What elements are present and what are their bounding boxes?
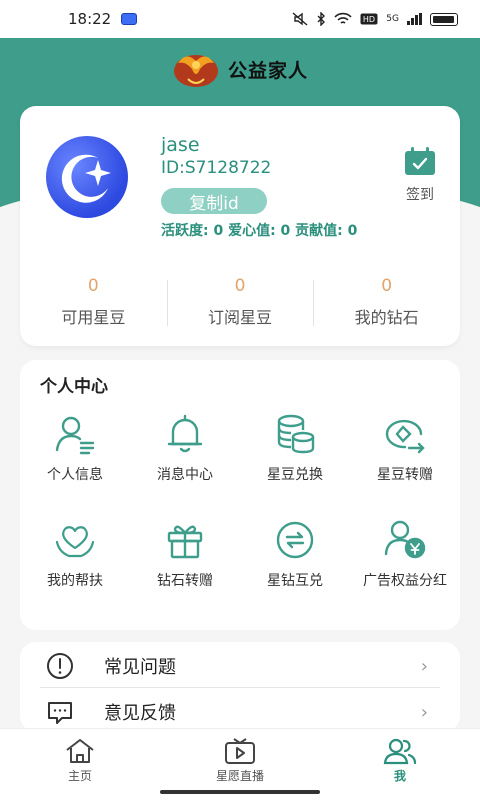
- profile-card: jase ID:S7128722 复制id 活跃度: 0 爱心值: 0 贡献值:…: [20, 106, 460, 346]
- coins-icon: [277, 414, 315, 454]
- menu-item-feedback[interactable]: 意见反馈 ›: [20, 690, 460, 732]
- grid-item-message-center[interactable]: 消息中心: [130, 412, 240, 504]
- bell-icon: [167, 414, 203, 453]
- balance-subscribed-beans[interactable]: 0 订阅星豆: [166, 276, 314, 330]
- chevron-right-icon: ›: [420, 701, 428, 723]
- grid-item-label: 星豆兑换: [267, 467, 323, 483]
- menu-item-label: 意见反馈: [104, 703, 176, 724]
- tab-home[interactable]: 主页: [0, 729, 160, 800]
- grid-item-label: 消息中心: [157, 467, 213, 483]
- grid-item-diamond-transfer[interactable]: 钻石转赠: [130, 518, 240, 610]
- menu-item-faq[interactable]: 常见问题 ›: [20, 644, 460, 688]
- grid-item-ad-dividend[interactable]: 广告权益分红: [350, 518, 460, 610]
- signin-label: 签到: [406, 187, 434, 203]
- home-icon: [66, 739, 94, 763]
- balance-label: 订阅星豆: [208, 308, 273, 327]
- balance-value: 0: [234, 276, 246, 296]
- signin-button[interactable]: 签到: [400, 146, 440, 204]
- page-title: 公益家人: [227, 59, 308, 82]
- gift-icon: [167, 525, 203, 559]
- network-type: 5G: [386, 14, 399, 24]
- balance-label: 可用星豆: [61, 308, 126, 327]
- tab-label: 主页: [67, 769, 92, 783]
- status-bar: 18:22 HD 5G: [0, 0, 480, 38]
- app-header: 公益家人: [0, 44, 480, 94]
- tab-label: 星愿直播: [215, 769, 264, 783]
- balance-diamonds[interactable]: 0 我的钻石: [313, 276, 460, 330]
- bluetooth-icon: [317, 12, 326, 26]
- feedback-icon: [48, 702, 72, 724]
- grid-item-label: 广告权益分红: [363, 573, 447, 589]
- balance-available-beans[interactable]: 0 可用星豆: [20, 276, 167, 330]
- chevron-right-icon: ›: [420, 655, 428, 677]
- dividend-icon: [384, 520, 426, 559]
- balance-value: 0: [381, 276, 393, 296]
- tv-icon: [225, 738, 255, 764]
- grid-item-label: 星钻互兑: [267, 573, 323, 589]
- hd-icon: HD: [360, 13, 378, 25]
- heart-hands-icon: [55, 526, 95, 558]
- wifi-icon: [334, 12, 352, 24]
- transfer-icon: [385, 419, 425, 454]
- grid-item-label: 个人信息: [47, 467, 103, 483]
- signal-icon: [407, 13, 422, 25]
- balance-label: 我的钻石: [354, 308, 419, 327]
- mute-icon: [292, 12, 308, 26]
- tab-me[interactable]: 我: [320, 729, 480, 800]
- balance-value: 0: [87, 276, 99, 296]
- app-notification-icon: [121, 13, 138, 25]
- svg-text:HD: HD: [363, 15, 375, 24]
- tab-label: 我: [393, 769, 406, 783]
- grid-item-my-assistance[interactable]: 我的帮扶: [20, 518, 130, 610]
- info-circle-icon: [47, 653, 73, 679]
- grid-item-label: 星豆转赠: [377, 467, 433, 483]
- phoenix-logo-icon: [173, 55, 218, 87]
- personal-center-card: 个人中心 个人信息 消息中心 星豆兑换 星豆转赠 我的帮扶 钻石转赠 星钻互兑 …: [20, 360, 460, 630]
- avatar[interactable]: [46, 136, 128, 218]
- user-stats: 活跃度: 0 爱心值: 0 贡献值: 0: [161, 223, 358, 239]
- status-time: 18:22: [68, 10, 112, 28]
- personal-center-grid: 个人信息 消息中心 星豆兑换 星豆转赠 我的帮扶 钻石转赠 星钻互兑 广告权益分…: [20, 412, 460, 610]
- menu-item-label: 常见问题: [104, 657, 176, 678]
- battery-icon: [430, 12, 458, 26]
- home-indicator[interactable]: [160, 790, 320, 794]
- user-info-icon: [55, 416, 95, 455]
- divider: [40, 687, 440, 688]
- username: jase: [161, 134, 200, 156]
- grid-item-label: 我的帮扶: [47, 573, 103, 589]
- grid-item-bean-transfer[interactable]: 星豆转赠: [350, 412, 460, 504]
- grid-item-bean-exchange[interactable]: 星豆兑换: [240, 412, 350, 504]
- calendar-check-icon: [405, 147, 435, 175]
- balances-row: 0 可用星豆 0 订阅星豆 0 我的钻石: [20, 276, 460, 330]
- users-icon: [383, 738, 417, 765]
- menu-card: 常见问题 › 意见反馈 ›: [20, 642, 460, 732]
- user-id: ID:S7128722: [161, 158, 272, 178]
- grid-item-personal-info[interactable]: 个人信息: [20, 412, 130, 504]
- copy-id-button[interactable]: 复制id: [161, 188, 267, 214]
- grid-item-star-diamond-exchange[interactable]: 星钻互兑: [240, 518, 350, 610]
- exchange-icon: [276, 521, 314, 559]
- moon-star-icon: [61, 154, 111, 203]
- grid-item-label: 钻石转赠: [157, 573, 213, 589]
- section-title: 个人中心: [40, 377, 108, 397]
